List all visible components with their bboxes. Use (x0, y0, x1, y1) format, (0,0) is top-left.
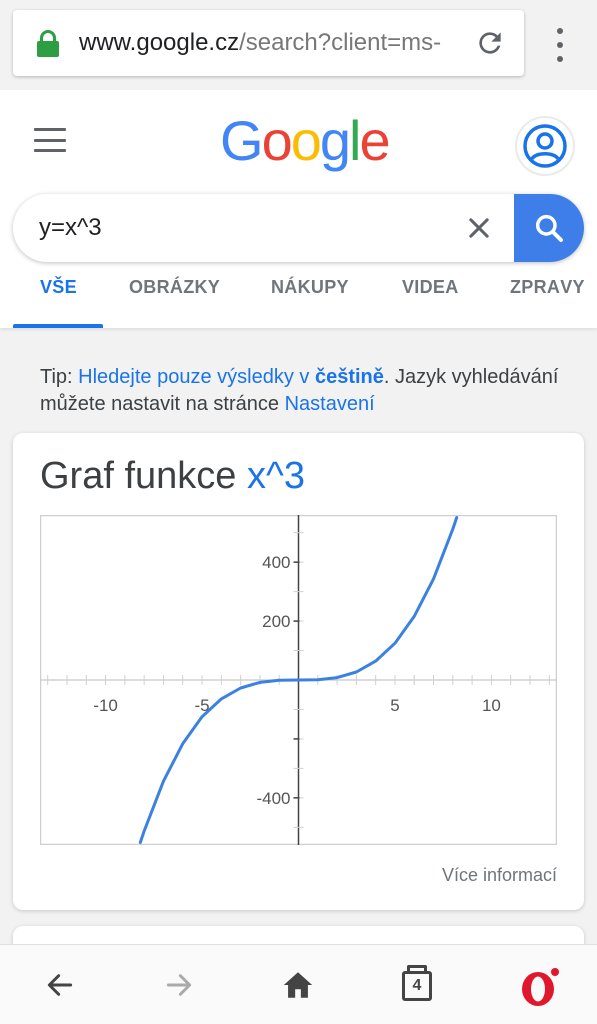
tab-images[interactable]: OBRÁZKY (129, 278, 220, 328)
y-tick-label: 200 (262, 612, 290, 631)
tab-news[interactable]: ZPRÁVY (510, 280, 597, 328)
hamburger-menu-icon[interactable] (34, 128, 66, 152)
card-title-prefix: Graf funkce (40, 455, 247, 497)
language-link-text: Hledejte pouze výsledky v (78, 366, 315, 388)
arrow-right-icon (166, 974, 192, 996)
x-tick-label: 5 (390, 696, 399, 715)
home-icon (283, 972, 313, 998)
logo-letter: o (261, 109, 293, 172)
page-content: Google VŠE OBRÁZKY NÁKUPY (0, 90, 597, 944)
tab-videos[interactable]: VIDEA (402, 278, 459, 328)
account-icon (523, 124, 567, 168)
google-header: Google VŠE OBRÁZKY NÁKUPY (0, 90, 597, 328)
search-input[interactable] (39, 194, 439, 262)
graph-card: Graf funkce x^3 -10 -5 5 10 400 200 -400 Více … (13, 433, 584, 910)
clear-icon[interactable] (465, 214, 493, 242)
card-title-function[interactable]: x^3 (247, 455, 305, 497)
function-graph[interactable]: -10 -5 5 10400200-400 (40, 515, 557, 845)
y-tick-label: 400 (262, 553, 290, 572)
logo-letter: l (349, 109, 362, 172)
more-info-link[interactable]: Více informací (442, 865, 557, 886)
card-title: Graf funkce x^3 (40, 455, 305, 498)
search-button[interactable] (514, 194, 584, 262)
search-tabs: VŠE OBRÁZKY NÁKUPY VIDEA ZPRÁVY (0, 278, 597, 328)
url-text[interactable]: www.google.cz/search?client=ms- (79, 29, 459, 57)
logo-letter: G (220, 109, 264, 172)
opera-menu-button[interactable] (518, 965, 562, 1009)
reload-icon[interactable] (474, 27, 506, 59)
logo-letter: o (290, 109, 322, 172)
next-result-card (13, 926, 584, 944)
back-button[interactable] (42, 967, 78, 1003)
forward-button[interactable] (161, 967, 197, 1003)
tab-all[interactable]: VŠE (40, 278, 77, 328)
address-bar[interactable]: www.google.cz/search?client=ms- (13, 10, 524, 76)
language-tip: Tip: Hledejte pouze výsledky v češtině. … (40, 364, 560, 418)
opera-logo-icon (522, 968, 559, 1006)
google-logo[interactable]: Google (220, 108, 391, 173)
tab-count: 4 (412, 977, 422, 994)
logo-letter: g (319, 109, 351, 172)
y-tick-label: -400 (256, 789, 290, 808)
language-link[interactable]: Hledejte pouze výsledky v češtině (78, 366, 384, 388)
lock-icon (35, 28, 61, 58)
search-icon (535, 214, 563, 242)
home-button[interactable] (280, 967, 316, 1003)
menu-more-icon[interactable] (552, 28, 568, 62)
browser-bottom-bar: 4 (0, 944, 597, 1024)
x-tick-label: -10 (93, 696, 118, 715)
search-box (13, 194, 584, 262)
tabs-button[interactable]: 4 (402, 965, 434, 1001)
language-link-bold: češtině (314, 366, 384, 388)
url-path: /search?client=ms- (239, 29, 442, 56)
settings-link[interactable]: Nastavení (285, 393, 375, 415)
url-host: www.google.cz (79, 29, 240, 56)
tab-shopping[interactable]: NÁKUPY (271, 278, 349, 328)
x-tick-label: 10 (482, 696, 501, 715)
account-avatar[interactable] (517, 118, 573, 174)
browser-toolbar: www.google.cz/search?client=ms- (0, 0, 597, 90)
logo-letter: e (359, 109, 390, 172)
tip-prefix: Tip: (40, 366, 79, 388)
arrow-left-icon (47, 974, 73, 996)
active-tab-indicator (13, 324, 103, 328)
